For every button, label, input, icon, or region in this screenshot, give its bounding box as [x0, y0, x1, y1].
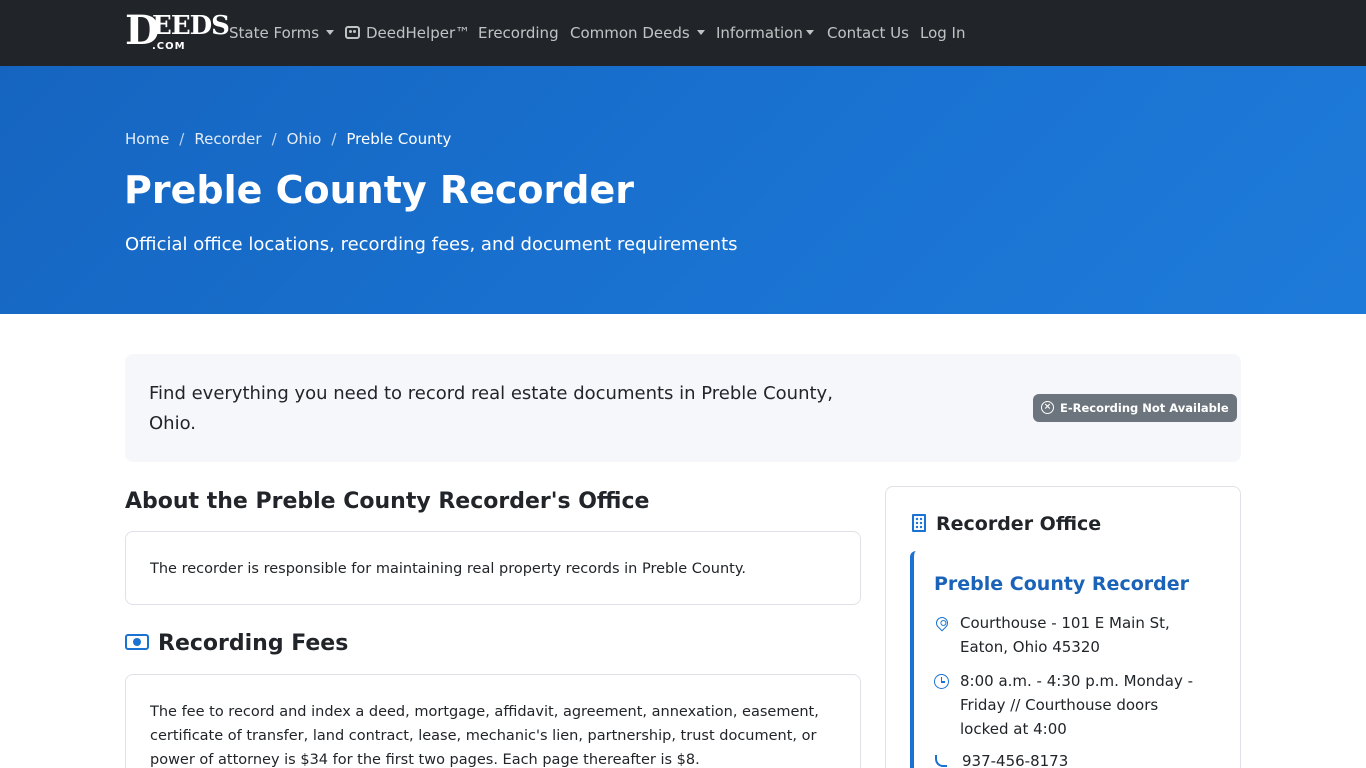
- clock-icon: [934, 674, 949, 689]
- breadcrumb-separator: /: [331, 130, 337, 148]
- breadcrumb-current: Preble County: [346, 130, 452, 148]
- erecording-status-badge: × E-Recording Not Available: [1033, 394, 1237, 422]
- nav-deedhelper-label: DeedHelper™: [366, 24, 471, 42]
- about-text: The recorder is responsible for maintain…: [150, 561, 746, 577]
- fees-text: The fee to record and index a deed, mort…: [150, 704, 819, 768]
- fees-heading-wrap: Recording Fees: [125, 629, 348, 659]
- breadcrumb-ohio[interactable]: Ohio: [287, 130, 322, 148]
- breadcrumb-home[interactable]: Home: [125, 130, 169, 148]
- breadcrumb-recorder[interactable]: Recorder: [194, 130, 261, 148]
- intro-banner: Find everything you need to record real …: [125, 354, 1241, 462]
- badge-label: E-Recording Not Available: [1060, 401, 1229, 415]
- nav-log-in[interactable]: Log In: [920, 22, 966, 44]
- nav-erecording[interactable]: Erecording: [478, 22, 559, 44]
- office-address: Courthouse - 101 E Main St, Eaton, Ohio …: [960, 614, 1170, 656]
- page-subtitle: Official office locations, recording fee…: [125, 234, 738, 255]
- sidebar-title-wrap: Recorder Office: [912, 511, 1101, 537]
- building-icon: [912, 513, 926, 532]
- deeds-logo[interactable]: D EEDS .COM: [125, 11, 230, 53]
- fees-card: The fee to record and index a deed, mort…: [125, 674, 861, 768]
- intro-text: Find everything you need to record real …: [149, 383, 833, 434]
- chevron-down-icon: [696, 30, 705, 35]
- page-title: Preble County Recorder: [124, 168, 634, 212]
- logo-text: EEDS: [152, 11, 230, 41]
- about-heading: About the Preble County Recorder's Offic…: [125, 489, 650, 514]
- chevron-down-icon: [805, 30, 814, 35]
- nav-contact-us-label: Contact Us: [827, 24, 909, 42]
- office-hours-row: 8:00 a.m. - 4:30 p.m. Monday - Friday //…: [934, 669, 1204, 743]
- recorder-office-card: Recorder Office Preble County Recorder C…: [885, 486, 1241, 768]
- breadcrumb-separator: /: [271, 130, 277, 148]
- office-phone[interactable]: 937-456-8173: [962, 749, 1212, 768]
- nav-information-label: Information: [716, 24, 803, 42]
- office-phone-row[interactable]: 937-456-8173: [934, 749, 1204, 768]
- breadcrumb-separator: /: [179, 130, 185, 148]
- about-card: The recorder is responsible for maintain…: [125, 531, 861, 605]
- fees-heading: Recording Fees: [158, 631, 349, 656]
- nav-common-deeds[interactable]: Common Deeds: [570, 22, 705, 44]
- breadcrumb: Home / Recorder / Ohio / Preble County: [125, 128, 451, 150]
- logo-suffix: .COM: [152, 41, 186, 52]
- phone-icon: [934, 754, 949, 768]
- circle-x-icon: ×: [1041, 401, 1054, 414]
- office-entry: Preble County Recorder Courthouse - 101 …: [910, 551, 1218, 768]
- money-icon: [125, 634, 149, 650]
- map-pin-icon: [933, 614, 951, 632]
- nav-state-forms[interactable]: State Forms: [229, 22, 335, 44]
- office-name-link[interactable]: Preble County Recorder: [934, 571, 1189, 597]
- nav-information[interactable]: Information: [716, 22, 814, 44]
- nav-erecording-label: Erecording: [478, 24, 559, 42]
- nav-common-deeds-label: Common Deeds: [570, 24, 690, 42]
- hero-banner: Home / Recorder / Ohio / Preble County Preble …: [0, 66, 1366, 314]
- office-hours: 8:00 a.m. - 4:30 p.m. Monday - Friday //…: [960, 672, 1194, 738]
- nav-state-forms-label: State Forms: [229, 24, 320, 42]
- nav-contact-us[interactable]: Contact Us: [827, 22, 909, 44]
- nav-deedhelper[interactable]: DeedHelper™: [345, 22, 470, 44]
- office-address-row: Courthouse - 101 E Main St, Eaton, Ohio …: [933, 611, 1204, 661]
- top-navbar: D EEDS .COM State Forms DeedHelper™ Erec…: [0, 0, 1366, 66]
- robot-icon: [345, 25, 360, 39]
- sidebar-title: Recorder Office: [936, 513, 1102, 535]
- nav-log-in-label: Log In: [920, 24, 966, 42]
- chevron-down-icon: [326, 30, 335, 35]
